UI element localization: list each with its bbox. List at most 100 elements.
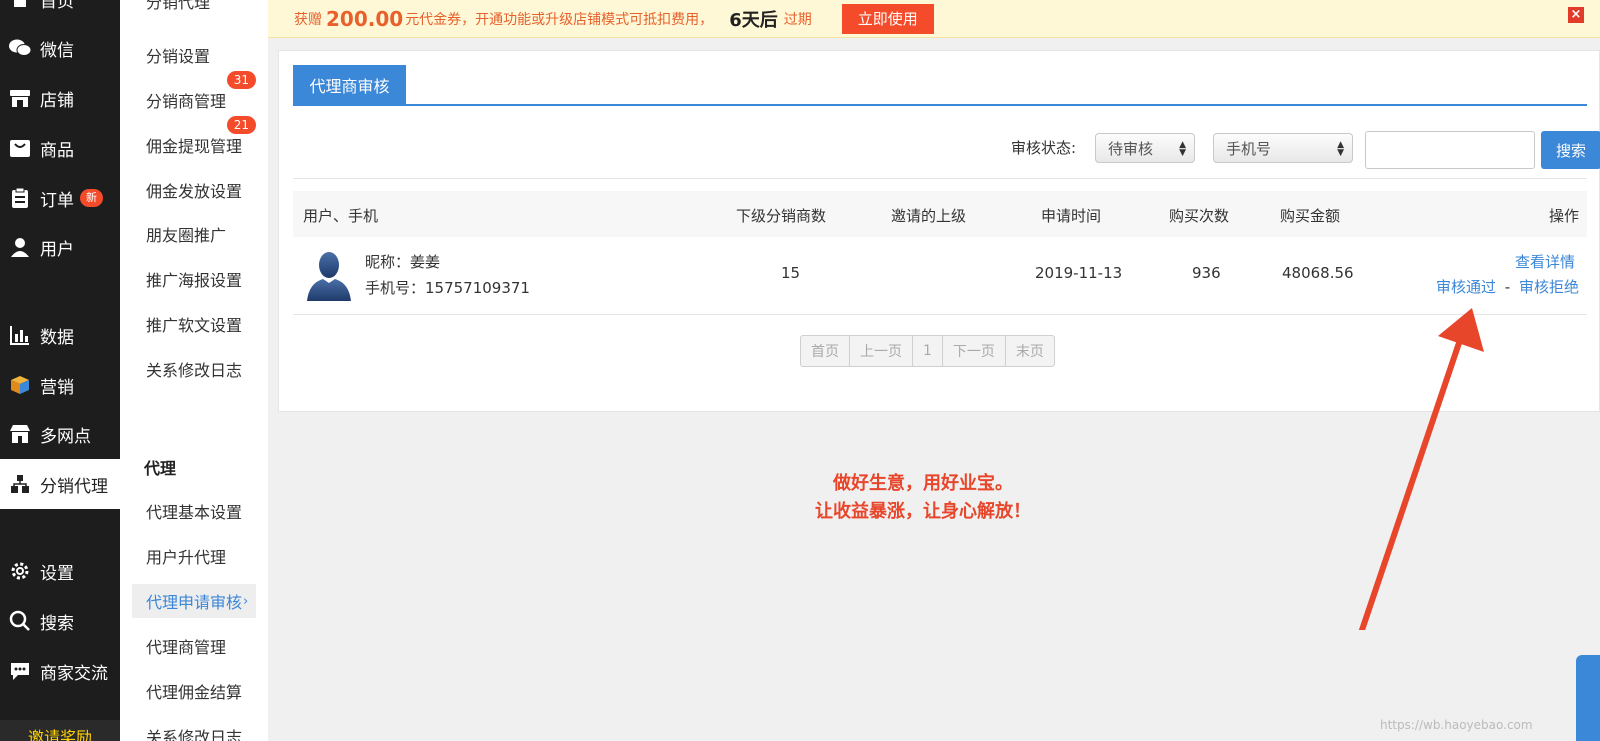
select-arrows-icon: ▲ ▼	[1337, 140, 1344, 158]
select-value: 待审核	[1108, 139, 1154, 158]
sub-item-commission-payout[interactable]: 佣金发放设置	[132, 173, 256, 207]
view-details-link[interactable]: 查看详情	[1515, 251, 1575, 272]
annotation-arrow-icon	[1359, 308, 1484, 630]
page-prev[interactable]: 上一页	[850, 336, 913, 366]
sub-item-relation-log[interactable]: 关系修改日志	[132, 352, 256, 386]
sub-item-distribution-settings[interactable]: 分销设置	[132, 38, 256, 72]
reject-link[interactable]: 审核拒绝	[1519, 278, 1579, 296]
shop-icon	[8, 422, 32, 446]
select-value: 手机号	[1226, 139, 1272, 158]
search-input[interactable]	[1365, 131, 1535, 169]
col-actions: 操作	[1548, 207, 1579, 225]
nav-item-label: 商家交流	[40, 663, 108, 684]
sub-item-agent-settlement[interactable]: 代理佣金结算	[132, 674, 256, 708]
nav-item-merchant-chat[interactable]: 商家交流	[0, 646, 120, 696]
chevron-right-icon: ›	[243, 593, 249, 609]
col-sub-count: 下级分销商数	[736, 207, 827, 225]
review-status-select[interactable]: 待审核 ▲ ▼	[1095, 133, 1195, 163]
chart-icon	[8, 323, 32, 347]
approve-link[interactable]: 审核通过	[1436, 278, 1496, 296]
sub-count-value: 15	[781, 264, 801, 282]
nav-item-search[interactable]: 搜索	[0, 596, 120, 646]
buy-amount-value: 48068.56	[1282, 264, 1354, 282]
sub-nav: 分销代理 分销设置 分销商管理 31 佣金提现管理 21 佣金发放设置 朋友圈推…	[120, 0, 268, 741]
user-nickname: 昵称：姜姜	[365, 253, 441, 271]
nav-item-label: 设置	[40, 563, 74, 584]
notice-text: 元代金券，开通功能或升级店铺模式可抵扣费用，	[405, 11, 714, 28]
nav-item-goods[interactable]: 商品	[0, 123, 120, 173]
nav-item-users[interactable]: 用户	[0, 222, 120, 272]
close-icon[interactable]: ×	[1568, 7, 1584, 23]
count-badge: 21	[226, 116, 256, 134]
nav-item-orders[interactable]: 订单 新	[0, 173, 120, 223]
sub-item-agent-management[interactable]: 代理商管理	[132, 629, 256, 663]
floating-side-tab[interactable]	[1576, 655, 1600, 741]
nav-item-marketing[interactable]: 营销	[0, 360, 120, 410]
slogan-line-2: 让收益暴涨，让身心解放！	[815, 501, 1031, 522]
nav-item-label: 多网点	[40, 426, 91, 447]
sub-item-commission-withdraw[interactable]: 佣金提现管理 21	[132, 116, 256, 162]
slogan-annotation: 做好生意，用好业宝。 让收益暴涨，让身心解放！	[760, 470, 1086, 526]
new-badge: 新	[80, 189, 103, 207]
wechat-icon	[8, 36, 32, 60]
sub-item-distributor-management[interactable]: 分销商管理 31	[132, 71, 256, 117]
count-badge: 31	[226, 71, 256, 89]
nav-item-home[interactable]: 首页	[0, 0, 120, 24]
sub-heading-agent: 代理	[144, 459, 177, 478]
nav-item-store[interactable]: 店铺	[0, 73, 120, 123]
select-arrows-icon: ▲ ▼	[1179, 140, 1186, 158]
nav-item-settings[interactable]: 设置	[0, 546, 120, 596]
nav-item-multi-store[interactable]: 多网点	[0, 409, 120, 459]
bag-icon	[8, 136, 32, 160]
col-buy-amount: 购买金额	[1280, 207, 1341, 225]
sub-item-poster-settings[interactable]: 推广海报设置	[132, 262, 256, 296]
table-header: 用户、手机 下级分销商数 邀请的上级 申请时间 购买次数 购买金额 操作	[293, 191, 1587, 237]
filter-bar: 审核状态: 待审核 ▲ ▼ 手机号 ▲ ▼ 搜索	[279, 129, 1600, 169]
col-user-phone: 用户、手机	[303, 207, 379, 225]
avatar	[307, 252, 351, 301]
sub-item-label: 代理申请审核	[146, 593, 243, 612]
page-next[interactable]: 下一页	[943, 336, 1006, 366]
tab-agent-review[interactable]: 代理商审核	[293, 65, 406, 105]
sub-item-label: 佣金提现管理	[146, 137, 243, 156]
col-buy-count: 购买次数	[1169, 207, 1230, 225]
nav-item-wechat[interactable]: 微信	[0, 23, 120, 73]
sub-item-user-upgrade[interactable]: 用户升代理	[132, 539, 256, 573]
search-button[interactable]: 搜索	[1541, 131, 1600, 169]
chat-icon	[8, 659, 32, 683]
voucher-amount: 200.00	[326, 6, 404, 31]
sub-item-agent-basic[interactable]: 代理基本设置	[132, 494, 256, 528]
action-separator: -	[1504, 278, 1511, 296]
notice-prefix: 获赠	[294, 11, 322, 28]
sub-item-agent-review[interactable]: 代理申请审核 ›	[132, 584, 256, 618]
nav-item-label: 营销	[40, 377, 74, 398]
invite-reward-link[interactable]: 邀请奖励	[0, 720, 120, 741]
page-last[interactable]: 末页	[1006, 336, 1054, 366]
watermark: https://wb.haoyebao.com	[1380, 718, 1533, 732]
nav-item-label: 数据	[40, 327, 74, 348]
review-actions: 审核通过 - 审核拒绝	[1436, 276, 1579, 297]
user-icon	[8, 235, 32, 259]
col-inviter: 邀请的上级	[891, 207, 967, 225]
sub-item-article-settings[interactable]: 推广软文设置	[132, 307, 256, 341]
col-apply-time: 申请时间	[1041, 207, 1102, 225]
nav-item-label: 用户	[40, 239, 74, 260]
tab-underline	[293, 104, 1587, 106]
apply-time-value: 2019-11-13	[1035, 264, 1123, 282]
page-first[interactable]: 首页	[801, 336, 850, 366]
sub-item-moments-promo[interactable]: 朋友圈推广	[132, 217, 256, 251]
page-number[interactable]: 1	[913, 336, 943, 366]
nav-item-label: 搜索	[40, 613, 74, 634]
nav-item-data[interactable]: 数据	[0, 310, 120, 360]
user-phone: 手机号：15757109371	[365, 279, 530, 297]
buy-count-value: 936	[1192, 264, 1221, 282]
nav-item-distribution[interactable]: 分销代理	[0, 459, 120, 509]
use-now-button[interactable]: 立即使用	[841, 3, 934, 34]
nav-item-label: 首页	[40, 0, 74, 12]
sub-item-agent-relation-log[interactable]: 关系修改日志	[132, 719, 256, 741]
search-field-select[interactable]: 手机号 ▲ ▼	[1213, 133, 1353, 163]
voucher-notice: 获赠 200.00 元代金券，开通功能或升级店铺模式可抵扣费用， 6天后 过期 …	[268, 0, 1600, 38]
review-status-label: 审核状态:	[1011, 139, 1077, 157]
sub-item-distribution-agent[interactable]: 分销代理	[132, 0, 256, 18]
gear-icon	[8, 559, 32, 583]
